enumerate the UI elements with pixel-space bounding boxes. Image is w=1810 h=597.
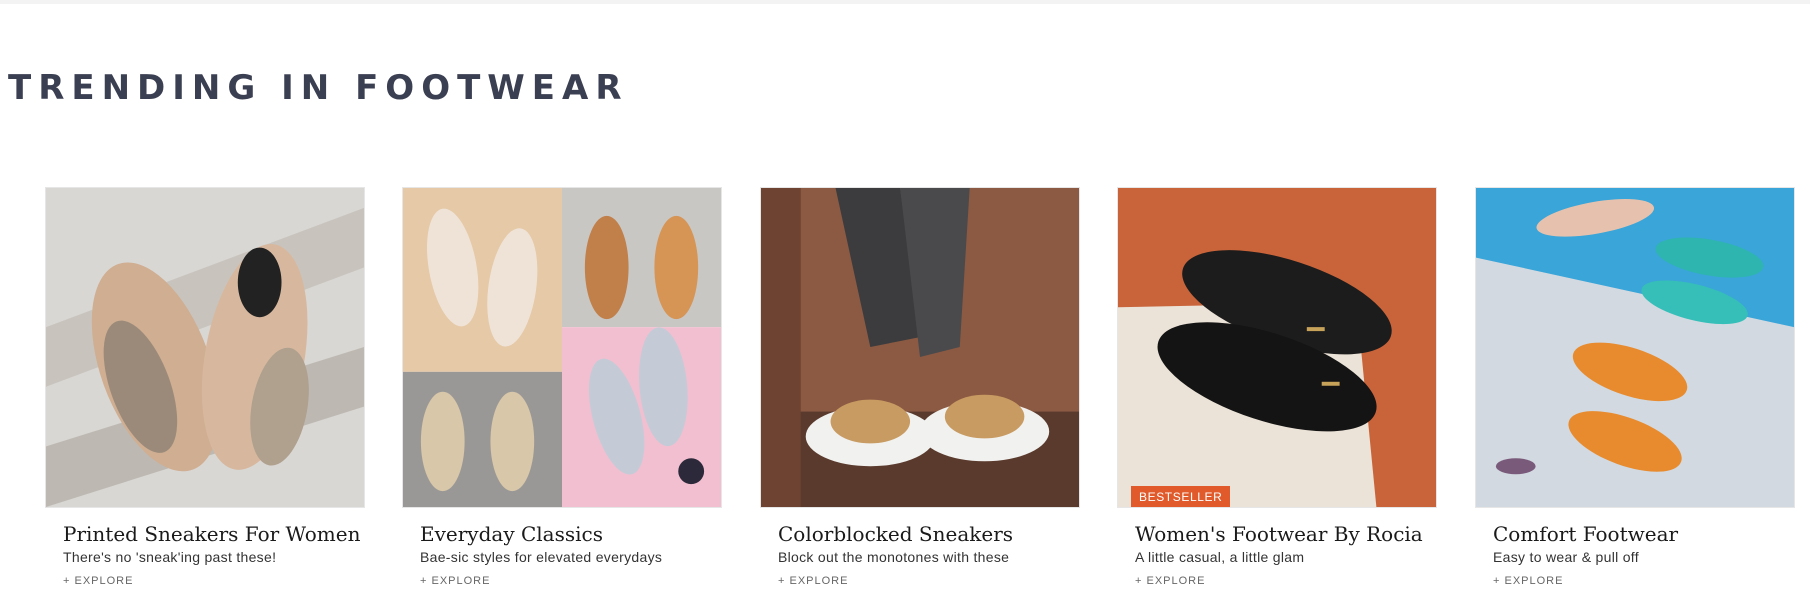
product-card[interactable]: Printed Sneakers For Women There's no 's… (45, 187, 365, 587)
product-card[interactable]: Colorblocked Sneakers Block out the mono… (760, 187, 1080, 587)
product-image[interactable] (760, 187, 1080, 508)
explore-link[interactable]: + EXPLORE (1135, 575, 1205, 587)
card-subtitle: Easy to wear & pull off (1493, 549, 1639, 565)
product-card[interactable]: BESTSELLER Women's Footwear By Rocia A l… (1117, 187, 1437, 587)
card-subtitle: A little casual, a little glam (1135, 549, 1305, 565)
top-divider (0, 0, 1810, 4)
explore-link[interactable]: + EXPLORE (778, 575, 848, 587)
card-title[interactable]: Comfort Footwear (1493, 522, 1678, 546)
card-subtitle: Block out the monotones with these (778, 549, 1010, 565)
card-title[interactable]: Everyday Classics (420, 522, 603, 546)
card-title[interactable]: Women's Footwear By Rocia (1135, 522, 1423, 546)
card-title[interactable]: Printed Sneakers For Women (63, 522, 360, 546)
product-card[interactable]: Everyday Classics Bae-sic styles for ele… (402, 187, 722, 587)
section-title: TRENDING IN FOOTWEAR (8, 68, 629, 108)
product-image[interactable] (1475, 187, 1795, 508)
explore-link[interactable]: + EXPLORE (420, 575, 490, 587)
card-title[interactable]: Colorblocked Sneakers (778, 522, 1013, 546)
product-image[interactable] (45, 187, 365, 508)
product-image[interactable]: BESTSELLER (1117, 187, 1437, 508)
bestseller-badge: BESTSELLER (1131, 486, 1231, 507)
card-subtitle: Bae-sic styles for elevated everydays (420, 549, 663, 565)
product-image[interactable] (402, 187, 722, 508)
card-subtitle: There's no 'sneak'ing past these! (63, 549, 277, 565)
explore-link[interactable]: + EXPLORE (1493, 575, 1563, 587)
explore-link[interactable]: + EXPLORE (63, 575, 133, 587)
product-card[interactable]: Comfort Footwear Easy to wear & pull off… (1475, 187, 1795, 587)
